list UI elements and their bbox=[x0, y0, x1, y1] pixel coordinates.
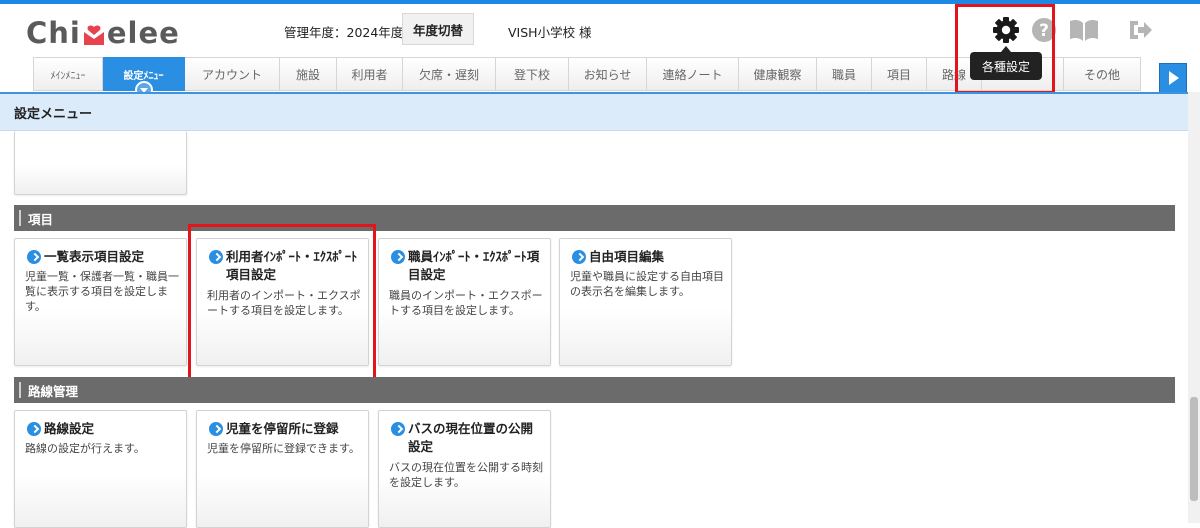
logout-icon[interactable] bbox=[1126, 16, 1154, 44]
card-description: バスの現在位置を公開する時刻を設定します。 bbox=[389, 461, 543, 489]
tab-settings-menu[interactable]: 設定ﾒﾆｭｰ bbox=[103, 57, 185, 99]
logo-text-start: Chi bbox=[26, 16, 81, 50]
tab-others[interactable]: その他 bbox=[1064, 57, 1141, 91]
tab-users[interactable]: 利用者 bbox=[337, 57, 403, 91]
tab-absence-lateness[interactable]: 欠席・遅刻 bbox=[403, 57, 496, 91]
card-register-child-to-stop[interactable]: 児童を停留所に登録 児童を停留所に登録できます。 bbox=[196, 410, 369, 528]
logo-heart-mark bbox=[82, 21, 106, 45]
tab-main-menu[interactable]: ﾒｲﾝﾒﾆｭｰ bbox=[33, 57, 103, 91]
card-title: 自由項目編集 bbox=[572, 248, 724, 266]
page-scrollbar[interactable] bbox=[1188, 92, 1200, 523]
tab-account[interactable]: アカウント bbox=[185, 57, 280, 91]
page-title: 設定メニュー bbox=[0, 92, 1188, 131]
card-description: 路線の設定が行えます。 bbox=[25, 442, 145, 455]
arrow-circle-icon bbox=[27, 250, 41, 264]
gear-highlight-box bbox=[955, 4, 1055, 94]
school-name: VISH小学校 様 bbox=[508, 25, 592, 40]
arrow-circle-icon bbox=[27, 422, 41, 436]
management-year-label: 管理年度：2024年度 bbox=[284, 25, 404, 40]
tab-notices[interactable]: お知らせ bbox=[569, 57, 647, 91]
card-description: 職員のインポート・エクスポートする項目を設定します。 bbox=[389, 289, 543, 317]
card-staff-import-export-settings[interactable]: 職員ｲﾝﾎﾟｰﾄ・ｴｸｽﾎﾟｰﾄ項目設定 職員のインポート・エクスポートする項目… bbox=[378, 238, 551, 366]
tab-items[interactable]: 項目 bbox=[872, 57, 927, 91]
card-description: 児童一覧・保護者一覧・職員一覧に表示する項目を設定します。 bbox=[25, 270, 179, 313]
card-list-display-settings[interactable]: 一覧表示項目設定 児童一覧・保護者一覧・職員一覧に表示する項目を設定します。 bbox=[14, 238, 187, 366]
year-switch-button[interactable]: 年度切替 bbox=[402, 13, 474, 45]
card-title: 路線設定 bbox=[27, 420, 179, 438]
card-title: 職員ｲﾝﾎﾟｰﾄ・ｴｸｽﾎﾟｰﾄ項目設定 bbox=[391, 248, 543, 284]
manual-book-icon[interactable] bbox=[1068, 16, 1100, 44]
card-description: 児童や職員に設定する自由項目の表示名を編集します。 bbox=[570, 270, 724, 298]
card-title: 児童を停留所に登録 bbox=[209, 420, 361, 438]
settings-card-partial[interactable] bbox=[14, 131, 187, 195]
card-title: 一覧表示項目設定 bbox=[27, 248, 179, 266]
section-route-management-header: 路線管理 bbox=[14, 377, 1175, 403]
logo-text-end: elee bbox=[106, 16, 180, 50]
scrollbar-thumb[interactable] bbox=[1190, 397, 1198, 501]
card-route-settings[interactable]: 路線設定 路線の設定が行えます。 bbox=[14, 410, 187, 528]
tab-health-observation[interactable]: 健康観察 bbox=[739, 57, 817, 91]
tab-attendance[interactable]: 登下校 bbox=[496, 57, 569, 91]
arrow-circle-icon bbox=[572, 250, 586, 264]
import-export-highlight-box bbox=[188, 224, 376, 382]
arrow-circle-icon bbox=[391, 250, 405, 264]
card-title: バスの現在位置の公開設定 bbox=[391, 420, 543, 456]
arrow-circle-icon bbox=[391, 422, 405, 436]
tab-facility[interactable]: 施設 bbox=[280, 57, 337, 91]
card-description: 児童を停留所に登録できます。 bbox=[207, 442, 360, 455]
card-bus-location-publish-settings[interactable]: バスの現在位置の公開設定 バスの現在位置を公開する時刻を設定します。 bbox=[378, 410, 551, 528]
arrow-circle-icon bbox=[209, 422, 223, 436]
chimelee-logo[interactable]: Chi elee bbox=[26, 16, 180, 50]
tab-staff[interactable]: 職員 bbox=[817, 57, 872, 91]
card-free-item-edit[interactable]: 自由項目編集 児童や職員に設定する自由項目の表示名を編集します。 bbox=[559, 238, 732, 366]
nav-scroll-right-icon[interactable] bbox=[1159, 63, 1187, 93]
tab-contact-notebook[interactable]: 連絡ノート bbox=[647, 57, 739, 91]
tab-settings-menu-label: 設定ﾒﾆｭｰ bbox=[123, 70, 164, 82]
